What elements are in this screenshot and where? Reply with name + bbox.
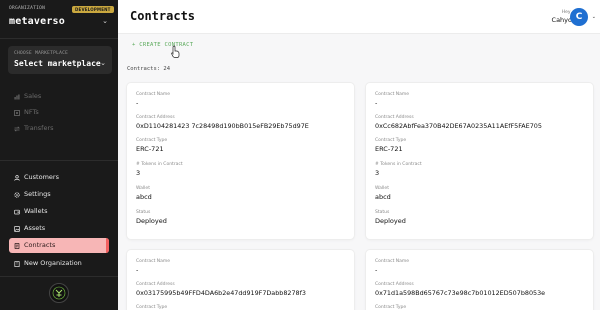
sidebar-item-label: Settings [24,190,51,198]
contract-type-value: ERC-721 [136,145,164,153]
chevron-down-icon[interactable]: ⌄ [100,59,106,67]
marketplace-value: Select marketplace [14,59,101,68]
sidebar-item-label: Contracts [24,241,56,249]
contract-name-label: Contract Name [136,92,171,97]
sidebar-item-assets[interactable]: Assets [9,221,109,236]
tokens-label: # Tokens in Contract [136,162,183,167]
tokens-value: 3 [375,169,380,177]
wallet-label: Wallet [375,186,389,191]
organization-label: ORGANIZATION [9,6,46,11]
assets-icon [12,221,21,236]
contract-address-label: Contract Address [136,282,175,287]
contract-name-label: Contract Name [136,259,171,264]
contract-type-label: Contract Type [375,138,407,143]
contract-card[interactable]: Contract Name - Contract Address 0x71d1a… [366,250,593,310]
gear-icon [12,187,21,202]
divider [0,160,118,161]
contract-type-label: Contract Type [136,138,168,143]
sidebar-item-label: NFTs [24,108,39,116]
sidebar-item-settings[interactable]: Settings [9,187,109,202]
sidebar-item-contracts[interactable]: Contracts [9,238,109,253]
page-title: Contracts [130,9,196,23]
contract-address-label: Contract Address [375,115,414,120]
user-name: Cahyo [551,16,572,24]
contract-address-value: 0x03175995b49FFD4DA6b2e47dd919F7Dabb8278… [136,289,306,297]
contract-name-label: Contract Name [375,259,410,264]
marketplace-select[interactable]: CHOOSE MARKETPLACE Select marketplace ⌄ [8,46,112,74]
contract-name-value: - [375,266,378,274]
pointer-cursor-icon [171,43,180,62]
nft-icon [12,105,21,120]
avatar[interactable]: C [570,8,588,26]
environment-badge: DEVELOPMENT [72,6,114,13]
contract-address-label: Contract Address [136,115,175,120]
transfer-icon [12,121,21,136]
contract-card[interactable]: Contract Name - Contract Address 0xD1104… [127,83,354,239]
tokens-value: 3 [136,169,141,177]
contract-card[interactable]: Contract Name - Contract Address 0xCc682… [366,83,593,239]
wallet-value: abcd [136,193,152,201]
organization-name: metaverso [9,16,65,27]
organization-switcher[interactable]: ORGANIZATION DEVELOPMENT metaverso ⌄ [9,6,114,34]
sidebar-item-label: Sales [24,92,42,100]
contract-type-label: Contract Type [375,305,407,310]
sidebar: ORGANIZATION DEVELOPMENT metaverso ⌄ CHO… [0,0,118,310]
user-icon [12,170,21,185]
contract-card[interactable]: Contract Name - Contract Address 0x03175… [127,250,354,310]
sidebar-item-label: Transfers [24,124,54,132]
contract-type-value: ERC-721 [375,145,403,153]
wallet-label: Wallet [136,186,150,191]
contract-address-value: 0x71d1a598Bd65767c73e98c7b01012ED507b805… [375,289,546,297]
divider [0,276,118,277]
contract-address-label: Contract Address [375,282,414,287]
contract-icon [12,238,21,253]
sidebar-item-nfts: NFTs [9,105,109,120]
sidebar-item-label: Assets [24,224,46,232]
status-value: Deployed [375,217,406,225]
contract-address-value: 0xCc682AbfFea370B42DE67A0235A11AEfF5FAE7… [375,122,542,130]
sidebar-item-label: New Organization [24,259,82,267]
sidebar-item-sales: Sales [9,89,109,104]
sidebar-item-label: Customers [24,173,59,181]
top-header: Contracts Hey, Cahyo C ⌄ [118,0,600,34]
contract-name-value: - [136,99,139,107]
wallet-icon [12,204,21,219]
chevron-down-icon[interactable]: ⌄ [102,17,108,25]
status-value: Deployed [136,217,167,225]
sidebar-item-label: Wallets [24,207,48,215]
contract-name-label: Contract Name [375,92,410,97]
sidebar-item-wallets[interactable]: Wallets [9,204,109,219]
contracts-count: Contracts: 24 [127,66,171,72]
brand-logo-icon [49,283,69,303]
contract-name-value: - [136,266,139,274]
status-label: Status [136,210,151,215]
marketplace-label: CHOOSE MARKETPLACE [14,51,69,56]
sidebar-item-transfers: Transfers [9,121,109,136]
sidebar-item-customers[interactable]: Customers [9,170,109,185]
sidebar-item-new-organization[interactable]: New Organization [9,256,109,271]
chart-icon [12,89,21,104]
create-contract-button[interactable]: + CREATE CONTRACT [132,42,193,48]
tokens-label: # Tokens in Contract [375,162,422,167]
divider [0,38,118,39]
contract-type-label: Contract Type [136,305,168,310]
contract-address-value: 0xD1104281423 7c28498d190bB015eFB29Eb75d… [136,122,309,130]
building-icon [12,256,21,271]
contract-name-value: - [375,99,378,107]
wallet-value: abcd [375,193,391,201]
chevron-down-icon[interactable]: ⌄ [592,14,596,20]
status-label: Status [375,210,390,215]
